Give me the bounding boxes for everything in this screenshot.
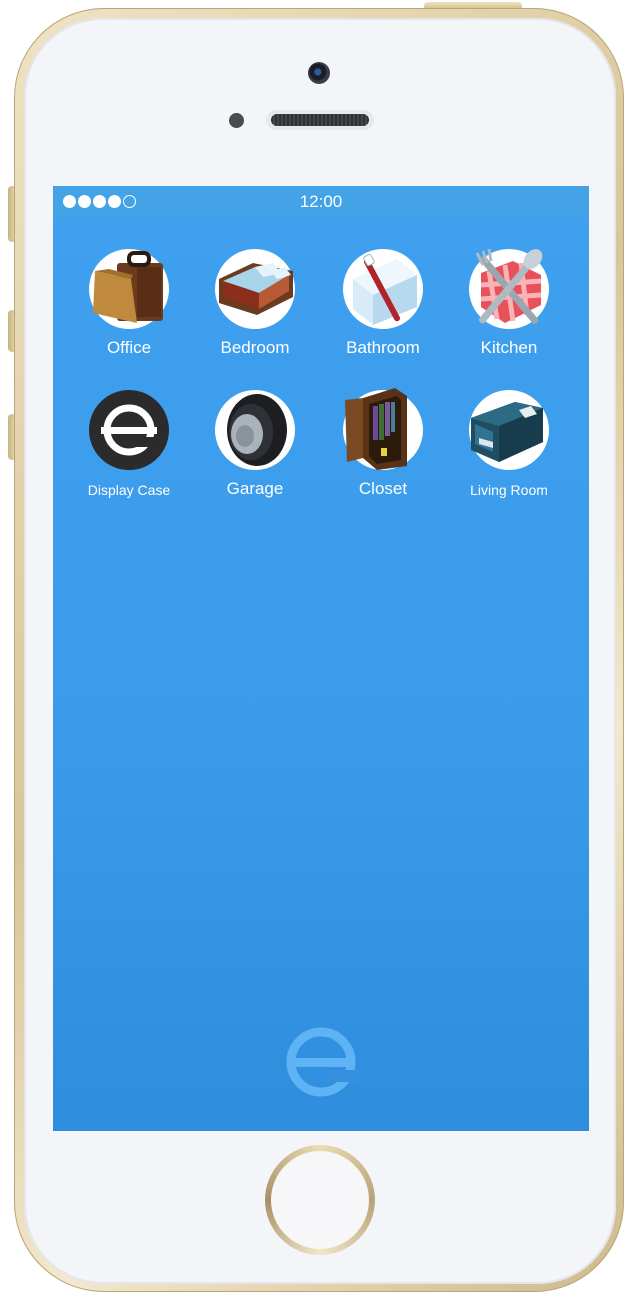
earpiece-speaker xyxy=(266,110,374,130)
app-label: Living Room xyxy=(470,482,548,498)
briefcase-folder-icon xyxy=(89,249,169,329)
app-kitchen[interactable]: Kitchen xyxy=(449,248,569,358)
fork-spoon-icon xyxy=(469,248,549,329)
toothbrush-towel-icon xyxy=(343,249,423,329)
app-garage[interactable]: Garage xyxy=(195,390,315,499)
front-camera-icon xyxy=(308,62,330,84)
home-screen: 12:00 Office Bedroom Bathroom Kitchen Di… xyxy=(53,186,589,1131)
home-button[interactable] xyxy=(265,1145,375,1255)
bed-icon xyxy=(215,249,295,329)
wardrobe-icon xyxy=(343,388,423,470)
sofa-icon xyxy=(469,390,549,470)
app-office[interactable]: Office xyxy=(69,249,189,358)
e-logo-icon xyxy=(89,390,169,470)
brand-logo-icon xyxy=(286,1027,359,1097)
tire-icon xyxy=(215,390,295,470)
status-time: 12:00 xyxy=(299,192,343,211)
app-bedroom[interactable]: Bedroom xyxy=(195,249,315,358)
app-label: Display Case xyxy=(87,482,171,498)
app-closet[interactable]: Closet xyxy=(323,388,443,499)
app-label: Garage xyxy=(226,479,284,498)
proximity-sensor xyxy=(229,113,244,128)
app-label: Office xyxy=(106,338,152,357)
status-bar: 12:00 xyxy=(53,186,589,218)
app-living-room[interactable]: Living Room xyxy=(449,390,569,498)
app-label: Kitchen xyxy=(480,338,538,357)
app-label: Bathroom xyxy=(346,338,420,357)
app-bathroom[interactable]: Bathroom xyxy=(323,249,443,358)
app-label: Bedroom xyxy=(220,338,290,357)
app-label: Closet xyxy=(358,479,408,498)
app-display-case[interactable]: Display Case xyxy=(69,390,189,498)
